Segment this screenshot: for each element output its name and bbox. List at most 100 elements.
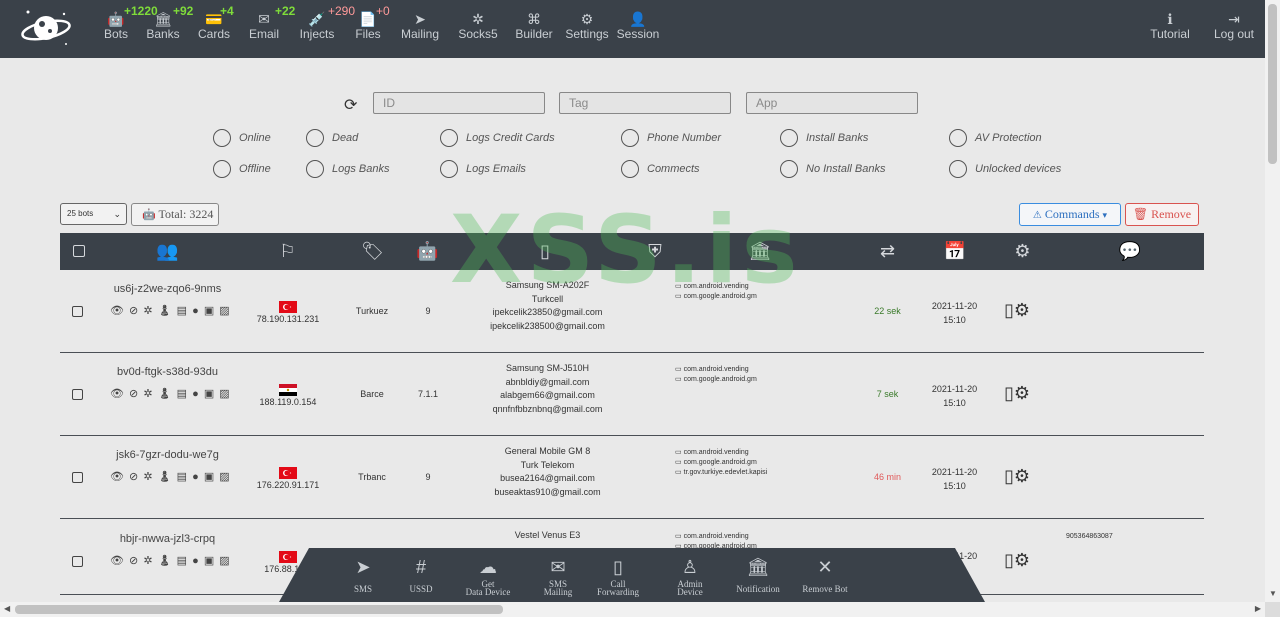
nav-item-bots[interactable]: 🤖 Bots +1220 xyxy=(100,0,158,58)
nav-item-injects[interactable]: 💉 Injects +290 xyxy=(296,0,355,58)
action-remove-bot[interactable]: ✕ Remove Bot xyxy=(790,557,860,594)
android-icon[interactable]: ♟ xyxy=(158,471,173,483)
android-icon[interactable]: ♟ xyxy=(158,555,173,567)
action-get-data-device[interactable]: ☁ Get Data Device xyxy=(453,557,523,597)
gears-icon[interactable]: ⚙ xyxy=(1014,550,1030,570)
user-card-icon[interactable]: ▨ xyxy=(219,305,230,317)
contacts-icon[interactable]: ▣ xyxy=(204,555,215,567)
action-admin-device[interactable]: ♙ Admin Device xyxy=(655,557,725,597)
horizontal-scroll-thumb[interactable] xyxy=(15,605,503,614)
eye-icon[interactable]: 👁 xyxy=(110,555,125,567)
radio-circle[interactable] xyxy=(213,129,231,147)
eye-slash-icon[interactable]: ⊘ xyxy=(129,388,139,400)
android-icon[interactable]: ♟ xyxy=(158,388,173,400)
bug-icon[interactable]: ✲ xyxy=(143,471,153,483)
remove-button[interactable]: 🗑 Remove xyxy=(1125,203,1199,226)
nav-item-email[interactable]: ✉ Email +22 xyxy=(245,0,295,58)
radio-circle[interactable] xyxy=(949,160,967,178)
eye-icon[interactable]: 👁 xyxy=(110,305,125,317)
vertical-scroll-thumb[interactable] xyxy=(1268,4,1277,164)
bot-id[interactable]: us6j-z2we-zqo6-9nms xyxy=(100,283,235,295)
tag-filter-input[interactable] xyxy=(559,92,731,114)
row-checkbox[interactable] xyxy=(72,306,83,317)
bot-id[interactable]: bv0d-ftgk-s38d-93du xyxy=(100,366,235,378)
comment-icon[interactable]: ● xyxy=(192,305,200,317)
radio-circle[interactable] xyxy=(780,129,798,147)
nav-item-files[interactable]: 📄 Files +0 xyxy=(352,0,389,58)
bug-icon[interactable]: ✲ xyxy=(143,555,153,567)
row-checkbox[interactable] xyxy=(72,472,83,483)
bug-icon[interactable]: ✲ xyxy=(143,305,153,317)
bot-id[interactable]: hbjr-nwwa-jzl3-crpq xyxy=(100,533,235,545)
refresh-icon[interactable]: ⟳ xyxy=(344,95,357,115)
sim-card-icon[interactable]: ▤ xyxy=(177,388,188,400)
mobile-icon[interactable]: ▯ xyxy=(1004,466,1014,486)
contacts-icon[interactable]: ▣ xyxy=(204,471,215,483)
action-notification[interactable]: 🏛 Notification xyxy=(723,557,793,594)
eye-slash-icon[interactable]: ⊘ xyxy=(129,471,139,483)
eye-icon[interactable]: 👁 xyxy=(110,471,125,483)
contacts-icon[interactable]: ▣ xyxy=(204,305,215,317)
sim-card-icon[interactable]: ▤ xyxy=(177,305,188,317)
horizontal-scrollbar[interactable]: ◀ ▶ xyxy=(0,602,1265,617)
radio-circle[interactable] xyxy=(306,160,324,178)
nav-item-settings[interactable]: ⚙ Settings xyxy=(562,0,612,58)
radio-circle[interactable] xyxy=(306,129,324,147)
mobile-icon[interactable]: ▯ xyxy=(1004,383,1014,403)
action-call-forwarding[interactable]: ▯ Call Forwarding xyxy=(583,557,653,597)
select-all-checkbox[interactable] xyxy=(73,245,85,257)
comment-icon[interactable]: ● xyxy=(192,555,200,567)
user-card-icon[interactable]: ▨ xyxy=(219,555,230,567)
commands-dropdown-button[interactable]: ⚠ Commands ▾ xyxy=(1019,203,1121,226)
nav-item-banks[interactable]: 🏛 Banks +92 xyxy=(143,0,193,58)
bots-per-page-select[interactable]: 25 bots ⌄ xyxy=(60,203,127,225)
row-checkbox[interactable] xyxy=(72,389,83,400)
eye-icon[interactable]: 👁 xyxy=(110,388,125,400)
comment-icon[interactable]: ● xyxy=(192,388,200,400)
radio-circle[interactable] xyxy=(440,129,458,147)
nav-item-label: Email xyxy=(248,27,279,41)
radio-circle[interactable] xyxy=(213,160,231,178)
close-icon: ✕ xyxy=(817,557,833,577)
radio-circle[interactable] xyxy=(621,160,639,178)
nav-item-mailing[interactable]: ➤ Mailing xyxy=(397,0,443,58)
radio-circle[interactable] xyxy=(780,160,798,178)
radio-circle[interactable] xyxy=(440,160,458,178)
comment-icon[interactable]: ● xyxy=(192,471,200,483)
nav-item-log-out[interactable]: ⇥ Log out xyxy=(1206,0,1262,58)
nav-item-builder[interactable]: ⌘ Builder xyxy=(511,0,557,58)
table-row[interactable]: jsk6-7gzr-dodu-we7g 👁 ⊘ ✲ ♟ ▤ ● ▣ ▨ 176.22… xyxy=(60,436,1204,519)
scroll-down-arrow-icon[interactable]: ▼ xyxy=(1269,589,1277,598)
bot-id[interactable]: jsk6-7gzr-dodu-we7g xyxy=(100,449,235,461)
id-filter-input[interactable] xyxy=(373,92,545,114)
bug-icon[interactable]: ✲ xyxy=(143,388,153,400)
sim-card-icon[interactable]: ▤ xyxy=(177,555,188,567)
user-card-icon[interactable]: ▨ xyxy=(219,471,230,483)
scroll-right-arrow-icon[interactable]: ▶ xyxy=(1255,604,1261,613)
eye-slash-icon[interactable]: ⊘ xyxy=(129,305,139,317)
vertical-scrollbar[interactable]: ▼ xyxy=(1265,0,1280,602)
mobile-icon[interactable]: ▯ xyxy=(1004,550,1014,570)
radio-circle[interactable] xyxy=(621,129,639,147)
nav-item-cards[interactable]: 💳 Cards +4 xyxy=(194,0,234,58)
user-card-icon[interactable]: ▨ xyxy=(219,388,230,400)
scroll-left-arrow-icon[interactable]: ◀ xyxy=(4,604,10,613)
gears-icon[interactable]: ⚙ xyxy=(1014,466,1030,486)
app-filter-input[interactable] xyxy=(746,92,918,114)
sim-card-icon[interactable]: ▤ xyxy=(177,471,188,483)
nav-item-socks5[interactable]: ✲ Socks5 xyxy=(455,0,501,58)
table-row[interactable]: us6j-z2we-zqo6-9nms 👁 ⊘ ✲ ♟ ▤ ● ▣ ▨ 78.190… xyxy=(60,270,1204,353)
contacts-icon[interactable]: ▣ xyxy=(204,388,215,400)
android-icon[interactable]: ♟ xyxy=(158,305,173,317)
mobile-icon[interactable]: ▯ xyxy=(1004,300,1014,320)
row-checkbox[interactable] xyxy=(72,556,83,567)
gears-icon[interactable]: ⚙ xyxy=(1014,300,1030,320)
eye-slash-icon[interactable]: ⊘ xyxy=(129,555,139,567)
table-row[interactable]: bv0d-ftgk-s38d-93du 👁 ⊘ ✲ ♟ ▤ ● ▣ ▨ 188.11… xyxy=(60,353,1204,436)
gears-icon[interactable]: ⚙ xyxy=(1014,383,1030,403)
radio-circle[interactable] xyxy=(949,129,967,147)
action-ussd[interactable]: # USSD xyxy=(386,557,456,594)
planet-logo-icon[interactable] xyxy=(20,6,72,50)
nav-item-session[interactable]: 👤 Session xyxy=(616,0,660,58)
nav-item-tutorial[interactable]: ℹ Tutorial xyxy=(1146,0,1194,58)
